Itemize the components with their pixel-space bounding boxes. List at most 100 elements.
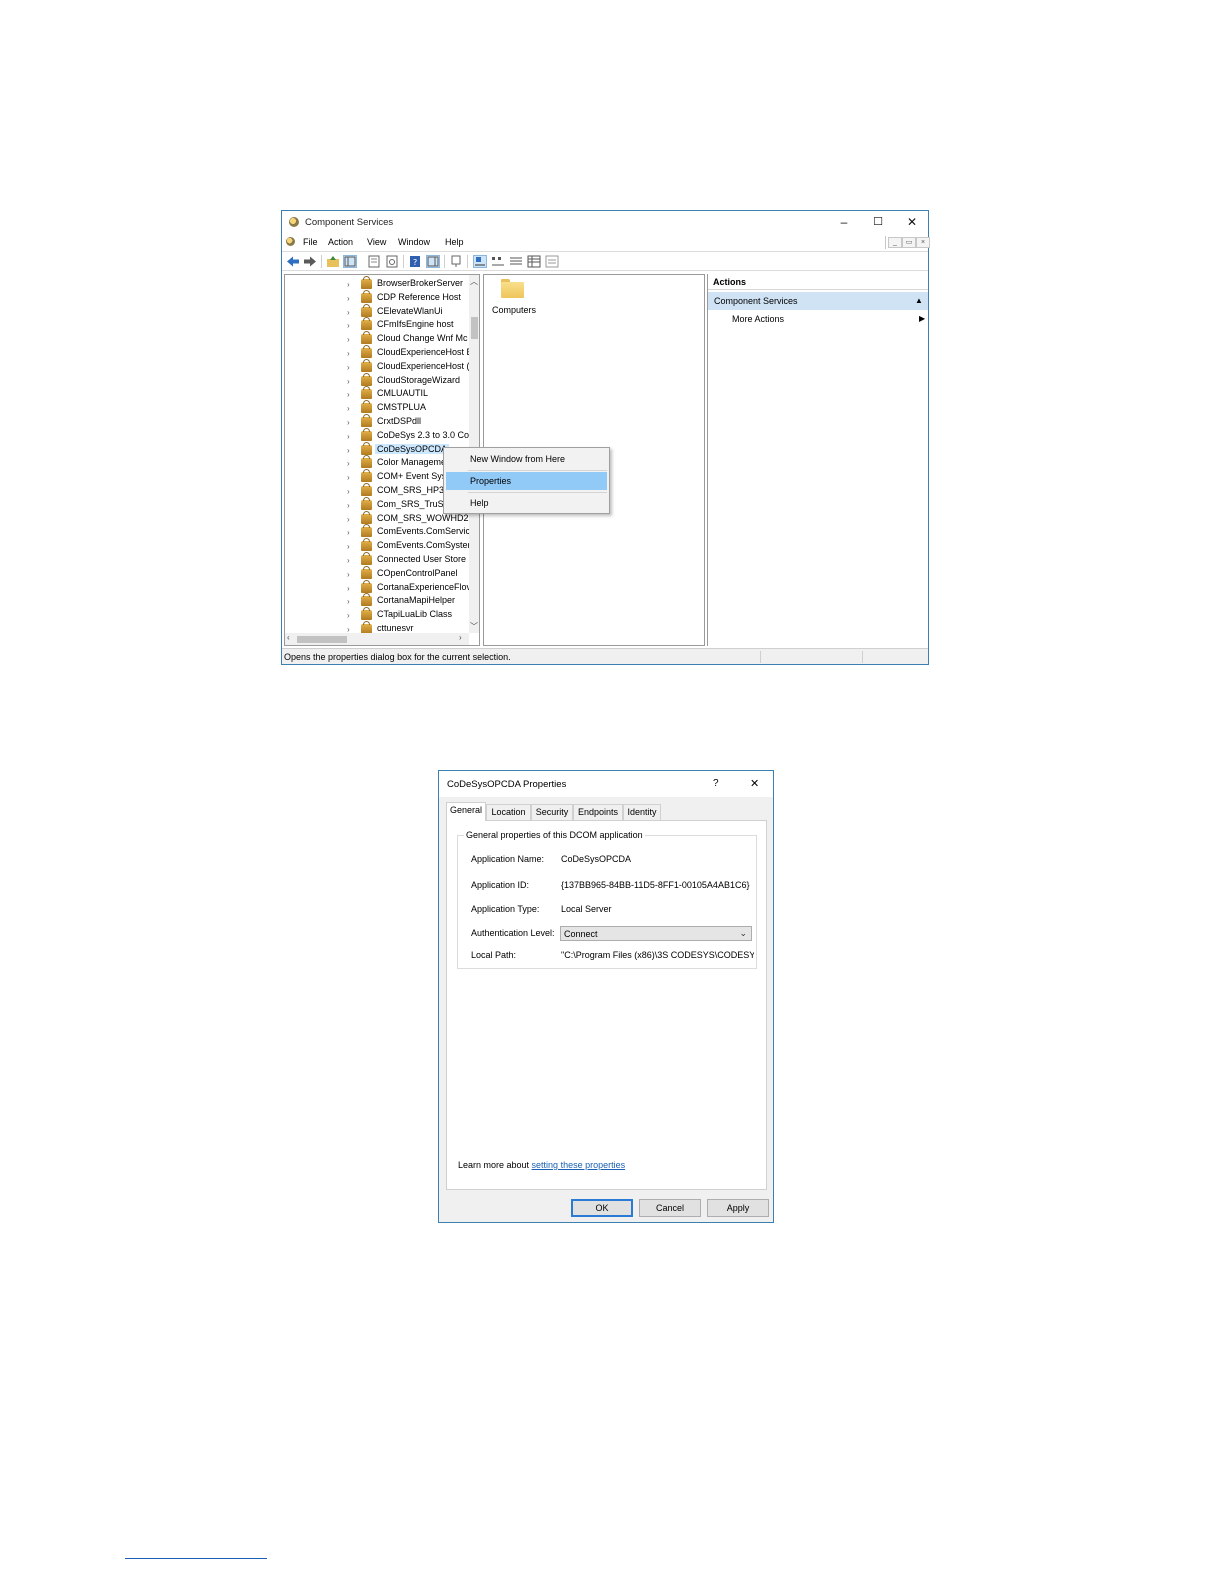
tree-item[interactable]: › CElevateWlanUi (285, 303, 465, 319)
tab-general[interactable]: General (446, 802, 486, 821)
expand-chevron-icon[interactable]: › (347, 584, 350, 593)
system-menu-icon[interactable] (286, 237, 295, 246)
expand-chevron-icon[interactable]: › (347, 515, 350, 524)
export-list-icon[interactable] (385, 255, 399, 268)
scroll-left-icon[interactable]: ‹ (287, 633, 290, 642)
status-view-icon[interactable] (545, 255, 559, 268)
tab-security[interactable]: Security (531, 804, 573, 820)
small-icons-view-icon[interactable] (491, 255, 505, 268)
context-item-help[interactable]: Help (446, 494, 607, 512)
help-book-icon[interactable]: ? (408, 255, 422, 268)
menu-file[interactable]: File (303, 237, 318, 247)
collapse-triangle-icon[interactable]: ▲ (915, 296, 923, 305)
title-bar[interactable]: Component Services – ☐ ✕ (282, 211, 928, 233)
tree-item[interactable]: › CortanaExperienceFlov (285, 579, 471, 595)
tree-item[interactable]: › CloudExperienceHost ( (285, 358, 470, 374)
expand-chevron-icon[interactable]: › (347, 280, 350, 289)
tree-item[interactable]: › COpenControlPanel (285, 565, 465, 581)
tree-item[interactable]: › Color Manageme (285, 455, 465, 470)
monitor-icon[interactable] (449, 255, 463, 268)
expand-chevron-icon[interactable]: › (347, 611, 350, 620)
expand-chevron-icon[interactable]: › (347, 377, 350, 386)
tree-item[interactable]: › CMLUAUTIL (285, 386, 465, 401)
expand-chevron-icon[interactable]: › (347, 556, 350, 565)
expand-chevron-icon[interactable]: › (347, 432, 350, 441)
expand-chevron-icon[interactable]: › (347, 390, 350, 399)
minimize-button[interactable]: – (827, 213, 861, 231)
actions-section-component-services[interactable]: Component Services ▲ (708, 292, 928, 310)
cancel-button[interactable]: Cancel (639, 1199, 701, 1217)
expand-chevron-icon[interactable]: › (347, 321, 350, 330)
tree-item[interactable]: › Connected User Store (285, 552, 466, 567)
close-button[interactable]: ✕ (895, 213, 929, 231)
child-minimize-button[interactable]: _ (888, 237, 902, 248)
expand-chevron-icon[interactable]: › (347, 349, 350, 358)
child-close-button[interactable]: × (916, 237, 930, 248)
tree-item[interactable]: › CTapiLuaLib Class (285, 607, 465, 622)
tree-item[interactable]: › BrowserBrokerServer (285, 276, 465, 291)
tree-item[interactable]: › CrxtDSPdll (285, 414, 465, 429)
tree-horizontal-scrollbar[interactable]: ‹ › (285, 633, 469, 645)
tree-item[interactable]: › ComEvents.ComSyster (285, 538, 471, 553)
tree-item[interactable]: › Cloud Change Wnf Mc (285, 331, 468, 346)
scroll-right-icon[interactable]: › (459, 633, 462, 642)
tab-endpoints[interactable]: Endpoints (573, 804, 623, 820)
tree-item[interactable]: › CDP Reference Host (285, 289, 465, 305)
large-icons-view-icon[interactable] (473, 255, 487, 268)
tree-item[interactable]: › COM_SRS_WOWHD2 (285, 510, 469, 526)
context-item-new-window[interactable]: New Window from Here (446, 450, 607, 468)
tree-item[interactable]: › COM_SRS_HP360 (285, 483, 465, 498)
maximize-button[interactable]: ☐ (861, 213, 895, 231)
authentication-level-select[interactable]: Connect ⌄ (560, 926, 752, 941)
show-hide-action-pane-icon[interactable] (426, 255, 440, 268)
tree-item[interactable]: › CoDeSysOPCDA (285, 441, 465, 457)
dialog-title-bar[interactable]: CoDeSysOPCDA Properties ? ✕ (439, 771, 773, 797)
expand-chevron-icon[interactable]: › (347, 418, 350, 427)
tree-item[interactable]: › ComEvents.ComServic (285, 524, 470, 539)
expand-chevron-icon[interactable]: › (347, 308, 350, 317)
tree-item[interactable]: › CoDeSys 2.3 to 3.0 Con (285, 427, 474, 443)
list-view-icon[interactable] (509, 255, 523, 268)
tree-item[interactable]: › CMSTPLUA (285, 400, 465, 415)
expand-chevron-icon[interactable]: › (347, 501, 350, 510)
menu-action[interactable]: Action (328, 237, 353, 247)
expand-chevron-icon[interactable]: › (347, 487, 350, 496)
computers-folder-icon[interactable] (501, 279, 524, 298)
context-item-properties[interactable]: Properties (446, 472, 607, 490)
expand-chevron-icon[interactable]: › (347, 473, 350, 482)
show-hide-console-tree-icon[interactable] (343, 255, 357, 268)
menu-window[interactable]: Window (398, 237, 430, 247)
help-button[interactable]: ? (713, 778, 719, 789)
expand-chevron-icon[interactable]: › (347, 542, 350, 551)
expand-chevron-icon[interactable]: › (347, 446, 350, 455)
expand-chevron-icon[interactable]: › (347, 363, 350, 372)
menu-view[interactable]: View (367, 237, 386, 247)
expand-chevron-icon[interactable]: › (347, 335, 350, 344)
expand-chevron-icon[interactable]: › (347, 597, 350, 606)
setting-properties-link[interactable]: setting these properties (532, 1160, 626, 1170)
tree-item[interactable]: › CFmIfsEngine host (285, 317, 465, 332)
tree-item[interactable]: › CloudStorageWizard (285, 372, 465, 388)
scroll-down-icon[interactable]: ﹀ (470, 621, 478, 632)
detail-view-icon[interactable] (527, 255, 541, 268)
expand-chevron-icon[interactable]: › (347, 459, 350, 468)
tab-identity[interactable]: Identity (623, 804, 661, 820)
tree-item[interactable]: › CortanaMapiHelper (285, 593, 465, 608)
up-folder-icon[interactable] (326, 255, 340, 268)
dialog-close-button[interactable]: ✕ (750, 777, 759, 790)
scroll-up-icon[interactable]: ︿ (470, 276, 478, 287)
properties-sheet-icon[interactable] (367, 255, 381, 268)
expand-chevron-icon[interactable]: › (347, 528, 350, 537)
scroll-thumb[interactable] (471, 317, 478, 339)
more-actions-item[interactable]: More Actions ▶ (708, 312, 928, 328)
computers-folder-label[interactable]: Computers (492, 305, 536, 315)
expand-chevron-icon[interactable]: › (347, 294, 350, 303)
ok-button[interactable]: OK (571, 1199, 633, 1217)
expand-chevron-icon[interactable]: › (347, 404, 350, 413)
tree-item[interactable]: › COM+ Event Sys (285, 469, 465, 484)
scroll-thumb[interactable] (297, 636, 347, 643)
expand-chevron-icon[interactable]: › (347, 570, 350, 579)
menu-help[interactable]: Help (445, 237, 464, 247)
tree-item[interactable]: › CloudExperienceHost E (285, 345, 473, 360)
forward-icon[interactable] (303, 255, 317, 268)
